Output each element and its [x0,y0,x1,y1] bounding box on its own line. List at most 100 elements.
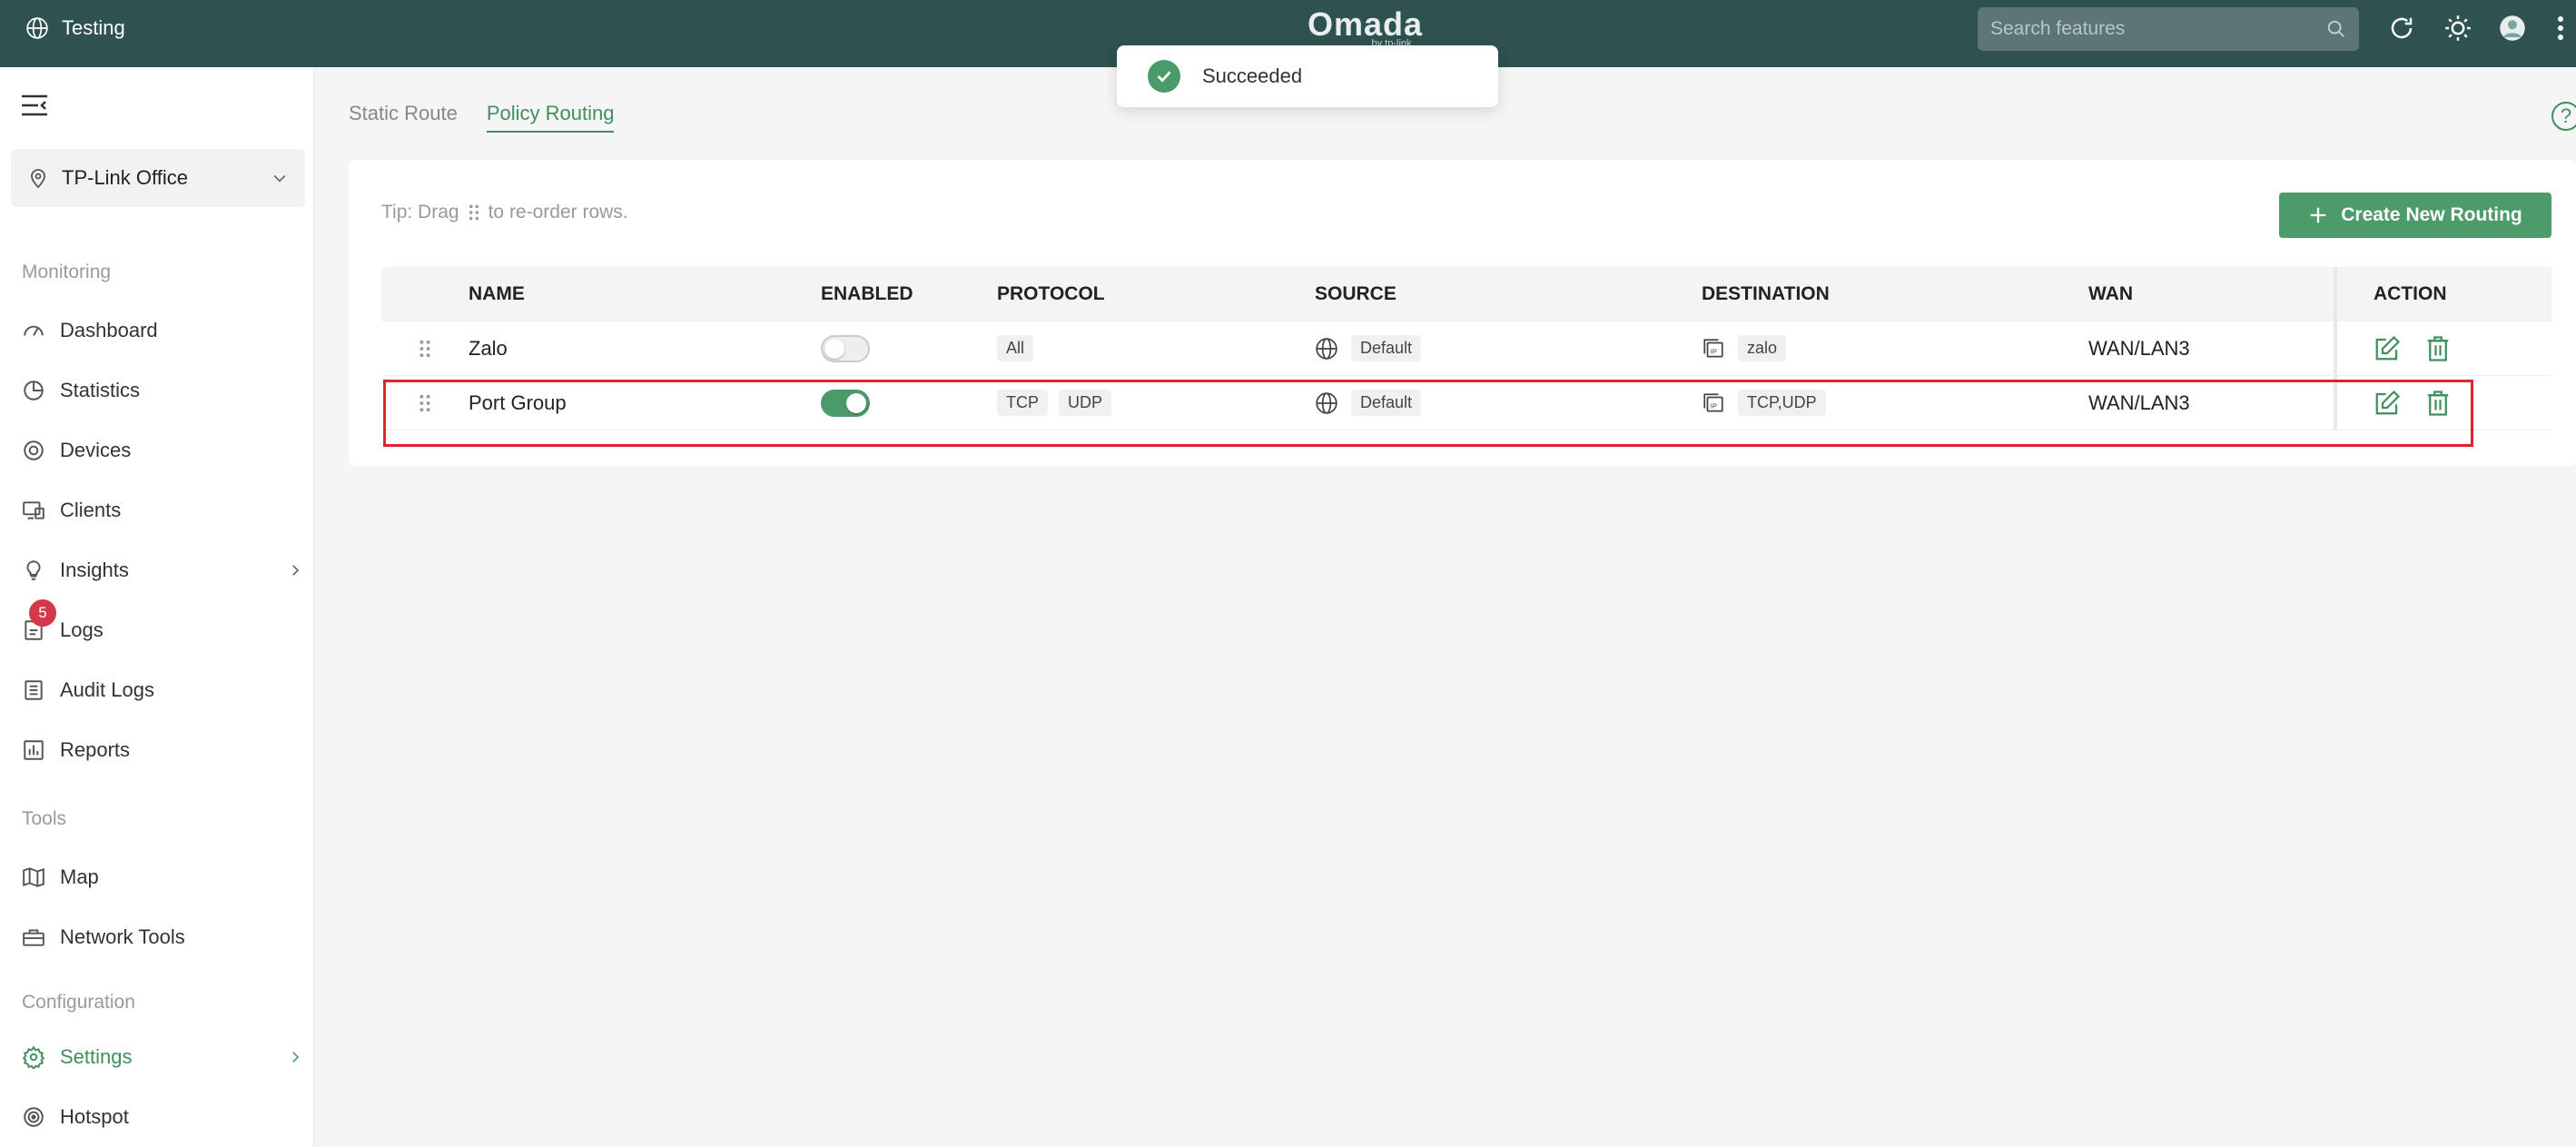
gear-icon [22,1045,45,1069]
row-wan: WAN/LAN3 [2088,391,2190,414]
sidebar-item-label: Dashboard [60,319,158,341]
destination-tag: TCP,UDP [1738,390,1826,416]
delete-icon[interactable] [2424,335,2452,362]
more-menu-button[interactable] [2551,13,2570,44]
search-box[interactable] [1978,7,2359,51]
protocol-tag: TCP [997,390,1048,416]
pie-chart-icon [24,381,44,400]
sidebar-item-devices[interactable]: Devices [22,429,303,472]
omada-logo: Omada by tp-link [1308,5,1424,49]
sidebar-item-label: Network Tools [60,925,185,948]
audit-logs-icon [25,680,43,700]
toolbox-icon [23,929,44,946]
section-configuration: Configuration [22,992,135,1013]
policy-routing-card: Tip: Drag to re-order rows. Create New R… [349,160,2576,466]
clients-icon [23,501,44,519]
sidebar-item-label: Settings [60,1045,133,1068]
collapse-menu-icon[interactable] [20,93,49,118]
sidebar-item-hotspot[interactable]: Hotspot [22,1095,303,1139]
section-tools: Tools [22,808,67,829]
refresh-button[interactable] [2386,13,2417,44]
svg-text:IP: IP [1711,401,1717,410]
site-selector[interactable]: TP-Link Office [11,149,305,207]
create-new-routing-button[interactable]: Create New Routing [2279,193,2551,238]
delete-icon[interactable] [2424,390,2452,417]
sidebar-item-map[interactable]: Map [22,855,303,899]
refresh-icon [2391,17,2413,39]
routing-tabs: Static Route Policy Routing [349,102,615,133]
sidebar-item-settings[interactable]: Settings [22,1035,303,1079]
create-new-routing-label: Create New Routing [2341,204,2522,225]
lightbulb-icon [26,560,41,580]
drag-handle-icon [469,204,479,221]
sidebar-item-label: Map [60,865,99,888]
check-circle-icon [1148,60,1180,93]
reorder-tip: Tip: Drag to re-order rows. [381,202,628,223]
sidebar-item-audit-logs[interactable]: Audit Logs [22,668,303,712]
tip-suffix: to re-order rows. [488,202,628,222]
success-toast: Succeeded [1117,45,1498,107]
drag-handle[interactable] [381,338,469,360]
ip-group-icon: IP [1703,338,1723,358]
enabled-toggle[interactable] [821,389,870,417]
plus-icon [2310,207,2326,223]
enabled-toggle[interactable] [821,334,870,362]
sidebar-item-label: Logs [60,618,104,641]
row-name: Port Group [469,391,567,414]
avatar-icon [2500,15,2525,41]
drag-handle-icon [419,394,430,411]
hotspot-icon [24,1107,44,1127]
edit-icon[interactable] [2374,390,2401,417]
chevron-right-icon [292,1052,300,1063]
sidebar-item-statistics[interactable]: Statistics [22,369,303,412]
sidebar-item-clients[interactable]: Clients [22,489,303,532]
tip-prefix: Tip: Drag [381,202,459,222]
sidebar: TP-Link Office Monitoring Dashboard Stat… [0,67,314,1147]
sidebar-item-reports[interactable]: Reports [22,728,303,772]
globe-icon [1316,337,1337,360]
theme-toggle-button[interactable] [2443,13,2473,44]
svg-text:IP: IP [1711,347,1717,355]
globe-icon [1316,391,1337,414]
sidebar-item-label: Statistics [60,379,141,401]
tab-static-route[interactable]: Static Route [349,102,458,133]
edit-icon[interactable] [2374,335,2401,362]
column-header-source: SOURCE [1315,283,1397,304]
row-name: Zalo [469,336,508,360]
toast-message: Succeeded [1202,64,1303,87]
site-name-label: Testing [62,16,125,39]
map-icon [23,867,44,887]
search-input[interactable] [1990,18,2326,40]
reports-icon [24,740,44,760]
sidebar-item-label: Reports [60,738,131,761]
search-icon[interactable] [2326,19,2346,39]
column-header-destination: DESTINATION [1702,283,1830,304]
protocol-tag: All [997,335,1034,361]
site-selector-label: TP-Link Office [62,166,188,189]
column-header-protocol: PROTOCOL [997,283,1105,304]
chevron-down-icon [273,174,286,183]
chevron-right-icon [292,565,300,576]
drag-handle[interactable] [381,392,469,414]
tab-policy-routing[interactable]: Policy Routing [486,102,615,133]
sidebar-item-label: Devices [60,439,132,461]
globe-icon [26,17,48,39]
table-row: Zalo All Default IP zalo WAN/LAN3 [381,321,2551,376]
sidebar-item-label: Clients [60,499,122,521]
sidebar-item-insights[interactable]: Insights [22,549,303,592]
sidebar-item-network-tools[interactable]: Network Tools [22,915,303,959]
site-name[interactable]: Testing [25,16,125,40]
avatar[interactable] [2497,13,2528,44]
protocol-tag: UDP [1059,390,1112,416]
more-vertical-icon [2558,16,2563,40]
logs-count-badge: 5 [29,599,56,627]
column-header-wan: WAN [2088,283,2133,304]
source-tag: Default [1351,390,1422,416]
table-row: Port Group TCP UDP Default IP TCP,UDP WA… [381,376,2551,430]
sidebar-item-label: Audit Logs [60,678,154,701]
location-pin-icon [31,169,45,189]
sidebar-item-label: Hotspot [60,1105,129,1128]
help-icon[interactable]: ? [2551,102,2576,131]
sidebar-item-dashboard[interactable]: Dashboard [22,309,303,352]
sidebar-item-logs[interactable]: 5 Logs [22,599,303,652]
